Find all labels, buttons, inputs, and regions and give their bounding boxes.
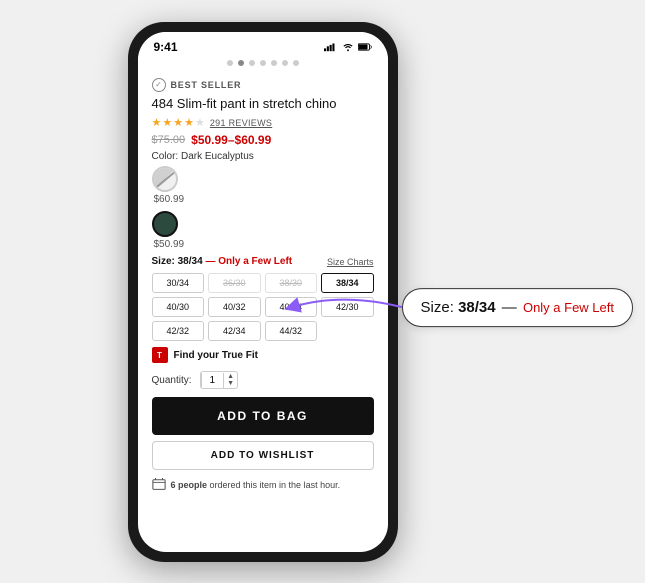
dot-6 — [282, 60, 288, 66]
signal-icon — [324, 42, 338, 52]
best-seller-icon — [152, 78, 166, 92]
quantity-label: Quantity: — [152, 375, 192, 386]
dot-3 — [249, 60, 255, 66]
size-btn-42-32[interactable]: 42/32 — [152, 321, 205, 341]
star-4: ★ — [184, 116, 194, 129]
size-btn-36-30[interactable]: 36/30 — [208, 273, 261, 293]
order-notice: 6 people ordered this item in the last h… — [152, 478, 374, 492]
star-1: ★ — [152, 116, 162, 129]
best-seller-badge: BEST SELLER — [152, 78, 374, 92]
star-3: ★ — [173, 116, 183, 129]
status-icons — [324, 42, 372, 52]
quantity-down-arrow[interactable]: ▼ — [227, 380, 234, 387]
size-btn-40-30[interactable]: 40/30 — [152, 297, 205, 317]
best-seller-label: BEST SELLER — [171, 80, 242, 90]
size-header: Size: 38/34 — Only a Few Left Size Chart… — [152, 256, 374, 267]
status-time: 9:41 — [154, 40, 178, 54]
add-to-wishlist-button[interactable]: ADD TO WISHLIST — [152, 441, 374, 470]
callout-bubble-container: Size: 38/34 — Only a Few Left — [402, 288, 633, 327]
reviews-link[interactable]: 291 REVIEWS — [210, 118, 272, 128]
swatch-row-2 — [152, 211, 374, 237]
quantity-arrows[interactable]: ▲ ▼ — [224, 372, 237, 388]
quantity-up-arrow[interactable]: ▲ — [227, 373, 234, 380]
dot-5 — [271, 60, 277, 66]
product-title: 484 Slim-fit pant in stretch chino — [152, 96, 374, 113]
size-label: Size: 38/34 — Only a Few Left — [152, 256, 293, 267]
color-swatch-dark-eucalyptus[interactable] — [152, 211, 178, 237]
dot-1 — [227, 60, 233, 66]
quantity-row: Quantity: 1 ▲ ▼ — [152, 371, 374, 389]
true-fit-icon: T — [152, 347, 168, 363]
dot-2 — [238, 60, 244, 66]
sale-price: $50.99–$60.99 — [191, 133, 271, 147]
quantity-control[interactable]: 1 ▲ ▼ — [200, 371, 239, 389]
original-price: $75.00 — [152, 134, 186, 146]
callout-arrow-svg — [282, 282, 412, 332]
color-label: Color: Dark Eucalyptus — [152, 151, 374, 162]
dot-4 — [260, 60, 266, 66]
color-swatch-slate[interactable] — [152, 166, 178, 192]
rating-row: ★ ★ ★ ★ ★ 291 REVIEWS — [152, 116, 374, 129]
size-btn-42-34[interactable]: 42/34 — [208, 321, 261, 341]
color-swatches: $60.99 $50.99 — [152, 166, 374, 250]
star-5: ★ — [195, 116, 205, 129]
swatch-price-2: $50.99 — [154, 239, 374, 250]
swatch-row-1 — [152, 166, 374, 192]
size-chart-link[interactable]: Size Charts — [327, 257, 374, 267]
true-fit-label: Find your True Fit — [174, 350, 258, 361]
size-btn-40-32[interactable]: 40/32 — [208, 297, 261, 317]
true-fit-row[interactable]: T Find your True Fit — [152, 347, 374, 363]
page-dots — [138, 58, 388, 70]
size-btn-30-34[interactable]: 30/34 — [152, 273, 205, 293]
callout-bubble: Size: 38/34 — Only a Few Left — [402, 288, 633, 327]
callout-with-arrow: Size: 38/34 — Only a Few Left — [402, 288, 633, 327]
order-notice-text: 6 people ordered this item in the last h… — [171, 480, 341, 490]
quantity-value: 1 — [201, 373, 225, 388]
battery-icon — [358, 42, 372, 52]
dot-7 — [293, 60, 299, 66]
star-rating: ★ ★ ★ ★ ★ — [152, 116, 205, 129]
wifi-icon — [341, 42, 355, 52]
add-to-bag-button[interactable]: ADD TO BAG — [152, 397, 374, 435]
price-row: $75.00 $50.99–$60.99 — [152, 133, 374, 147]
star-2: ★ — [162, 116, 172, 129]
swatch-price-1: $60.99 — [154, 194, 374, 205]
status-bar: 9:41 — [138, 32, 388, 58]
clock-icon — [152, 478, 166, 492]
